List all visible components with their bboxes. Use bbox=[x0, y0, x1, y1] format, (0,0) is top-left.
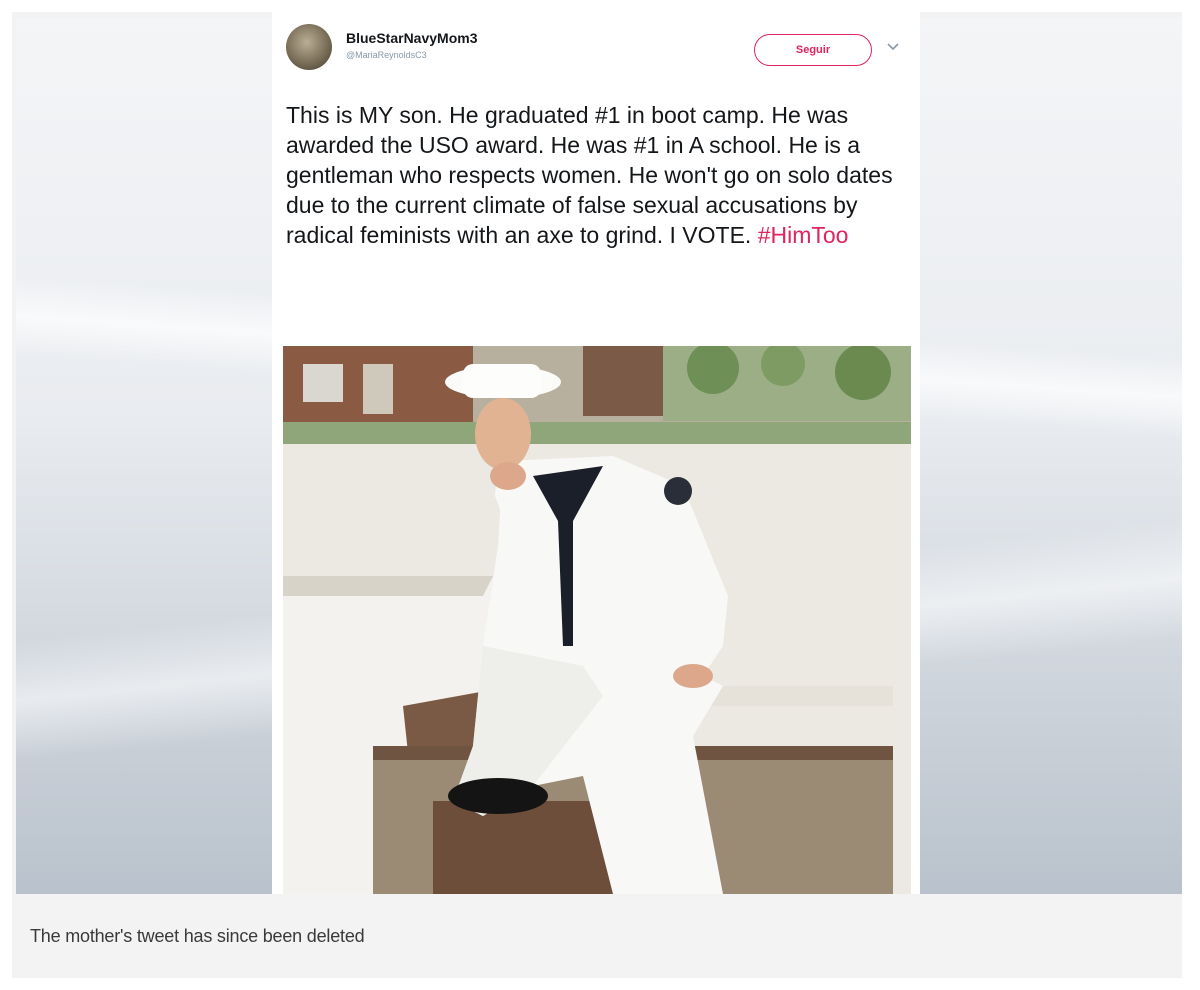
avatar[interactable] bbox=[286, 24, 332, 70]
chevron-down-icon[interactable] bbox=[886, 40, 900, 54]
image-caption: The mother's tweet has since been delete… bbox=[30, 926, 365, 946]
tweet-photo[interactable] bbox=[283, 346, 911, 894]
display-name[interactable]: BlueStarNavyMom3 bbox=[346, 30, 478, 46]
caption-row: The mother's tweet has since been delete… bbox=[12, 894, 1182, 978]
tweet-text: This is MY son. He graduated #1 in boot … bbox=[286, 100, 912, 250]
sailor-photo-illustration bbox=[283, 346, 911, 894]
hashtag-link[interactable]: #HimToo bbox=[758, 222, 849, 248]
follow-button[interactable]: Seguir bbox=[754, 34, 872, 66]
tweet-card: BlueStarNavyMom3 @MariaReynoldsC3 Seguir… bbox=[272, 12, 920, 894]
user-handle[interactable]: @MariaReynoldsC3 bbox=[346, 50, 427, 60]
